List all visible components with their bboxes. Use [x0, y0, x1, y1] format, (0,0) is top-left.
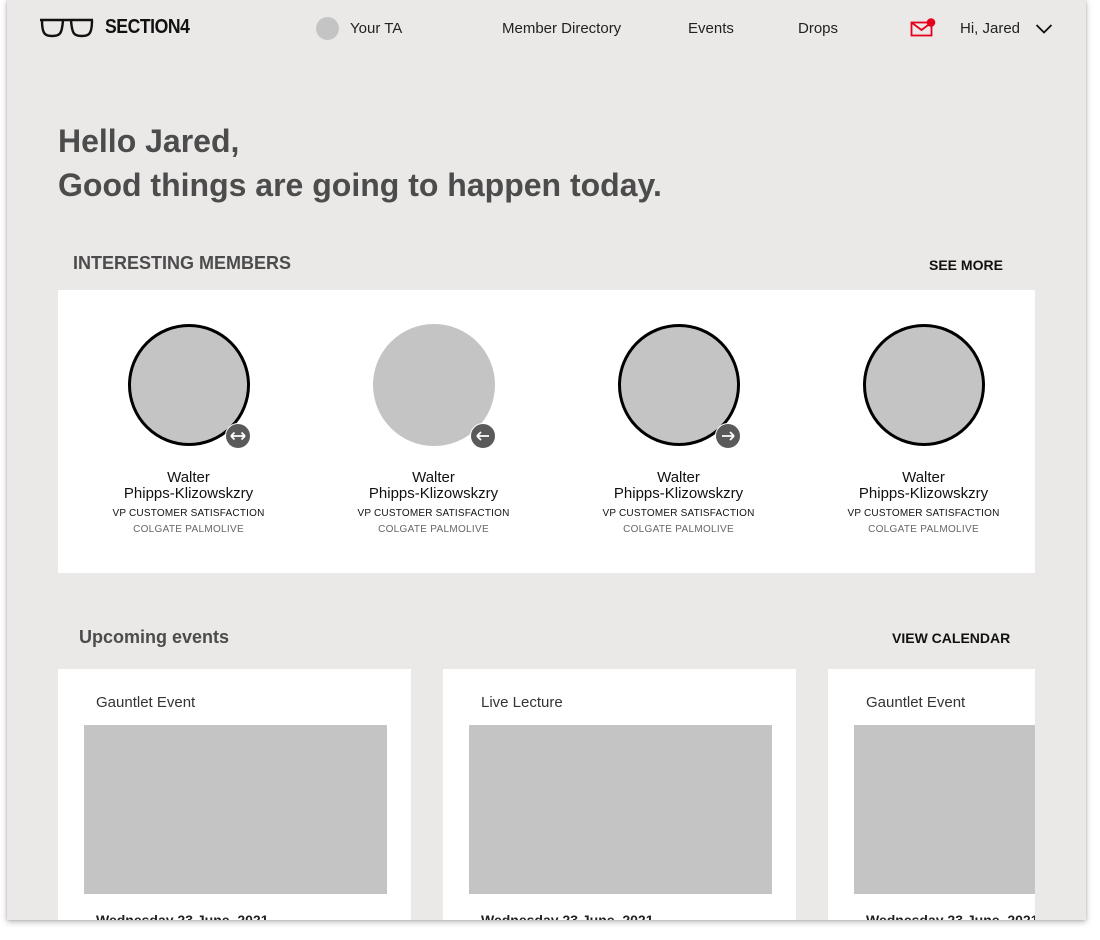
arrow-left-icon [475, 431, 489, 441]
member-company: COLGATE PALMOLIVE [623, 524, 734, 535]
arrow-right-icon [721, 431, 735, 441]
nav-events[interactable]: Events [688, 20, 734, 37]
member-company: COLGATE PALMOLIVE [868, 524, 979, 535]
event-type: Gauntlet Event [96, 694, 196, 711]
nav-drops[interactable]: Drops [798, 20, 838, 37]
hero-line-2: Good things are going to happen today. [58, 167, 662, 203]
member-role: VP CUSTOMER SATISFACTION [357, 508, 510, 519]
member-role: VP CUSTOMER SATISFACTION [847, 508, 1000, 519]
event-image [84, 725, 387, 894]
member-card[interactable]: Walter Phipps-Klizowskzry VP CUSTOMER SA… [556, 324, 801, 535]
event-card[interactable]: Gauntlet Event Wednesday 23 June, 2021 [58, 669, 411, 920]
see-more-link[interactable]: SEE MORE [929, 257, 1003, 273]
events-section-title: Upcoming events [79, 627, 230, 647]
event-type: Gauntlet Event [866, 694, 966, 711]
notification-dot [926, 18, 936, 27]
member-name: Walter Phipps-Klizowskzry [556, 470, 801, 502]
member-name: Walter Phipps-Klizowskzry [801, 470, 1046, 502]
view-calendar-link[interactable]: VIEW CALENDAR [892, 630, 1010, 646]
nav-member-directory[interactable]: Member Directory [502, 20, 621, 37]
glasses-icon [40, 18, 94, 37]
member-last-name: Phipps-Klizowskzry [613, 485, 744, 502]
your-ta-label: Your TA [350, 20, 403, 37]
member-avatar [862, 324, 985, 446]
member-card[interactable]: Walter Phipps-Klizowskzry VP CUSTOMER SA… [66, 324, 311, 535]
chevron-down-icon[interactable] [1035, 23, 1053, 35]
connection-badge [469, 423, 496, 449]
event-date: Wednesday 23 June, 2021 [866, 912, 1035, 920]
event-image [854, 725, 1035, 894]
logo[interactable]: SECTION4 [39, 16, 201, 39]
member-name: Walter Phipps-Klizowskzry [66, 470, 311, 502]
top-nav: SECTION4 Your TA Member Directory Events… [7, 0, 1086, 60]
your-ta-link[interactable]: Your TA [316, 17, 402, 40]
member-card[interactable]: Walter Phipps-Klizowskzry VP CUSTOMER SA… [801, 324, 1046, 535]
member-last-name: Phipps-Klizowskzry [123, 485, 254, 502]
members-panel: Walter Phipps-Klizowskzry VP CUSTOMER SA… [58, 290, 1035, 573]
page: SECTION4 Your TA Member Directory Events… [7, 0, 1086, 920]
member-last-name: Phipps-Klizowskzry [368, 485, 499, 502]
mail-icon [910, 18, 936, 37]
logo-text: SECTION4 [105, 16, 190, 38]
member-role: VP CUSTOMER SATISFACTION [602, 508, 755, 519]
event-card[interactable]: Live Lecture Wednesday 23 June, 2021 [443, 669, 796, 920]
event-image [469, 725, 772, 894]
user-greeting[interactable]: Hi, Jared [960, 20, 1020, 37]
connection-badge [714, 423, 741, 449]
member-company: COLGATE PALMOLIVE [378, 524, 489, 535]
bidirectional-arrow-icon [229, 431, 246, 441]
mail-button[interactable] [910, 18, 936, 43]
connection-badge [224, 423, 251, 449]
event-type: Live Lecture [481, 694, 563, 711]
member-card[interactable]: Walter Phipps-Klizowskzry VP CUSTOMER SA… [311, 324, 556, 535]
event-date: Wednesday 23 June, 2021 [96, 912, 269, 920]
member-role: VP CUSTOMER SATISFACTION [112, 508, 265, 519]
event-card[interactable]: Gauntlet Event Wednesday 23 June, 2021 [828, 669, 1035, 920]
member-name: Walter Phipps-Klizowskzry [311, 470, 556, 502]
member-first-name: Walter [167, 469, 210, 486]
event-date: Wednesday 23 June, 2021 [481, 912, 654, 920]
member-first-name: Walter [657, 469, 700, 486]
member-last-name: Phipps-Klizowskzry [858, 485, 989, 502]
members-section-title: INTERESTING MEMBERS [73, 253, 292, 273]
member-company: COLGATE PALMOLIVE [133, 524, 244, 535]
hero-line-1: Hello Jared, [58, 123, 240, 159]
ta-avatar [316, 17, 339, 40]
member-first-name: Walter [902, 469, 945, 486]
hero-greeting: Hello Jared, Good things are going to ha… [58, 119, 662, 207]
member-first-name: Walter [412, 469, 455, 486]
